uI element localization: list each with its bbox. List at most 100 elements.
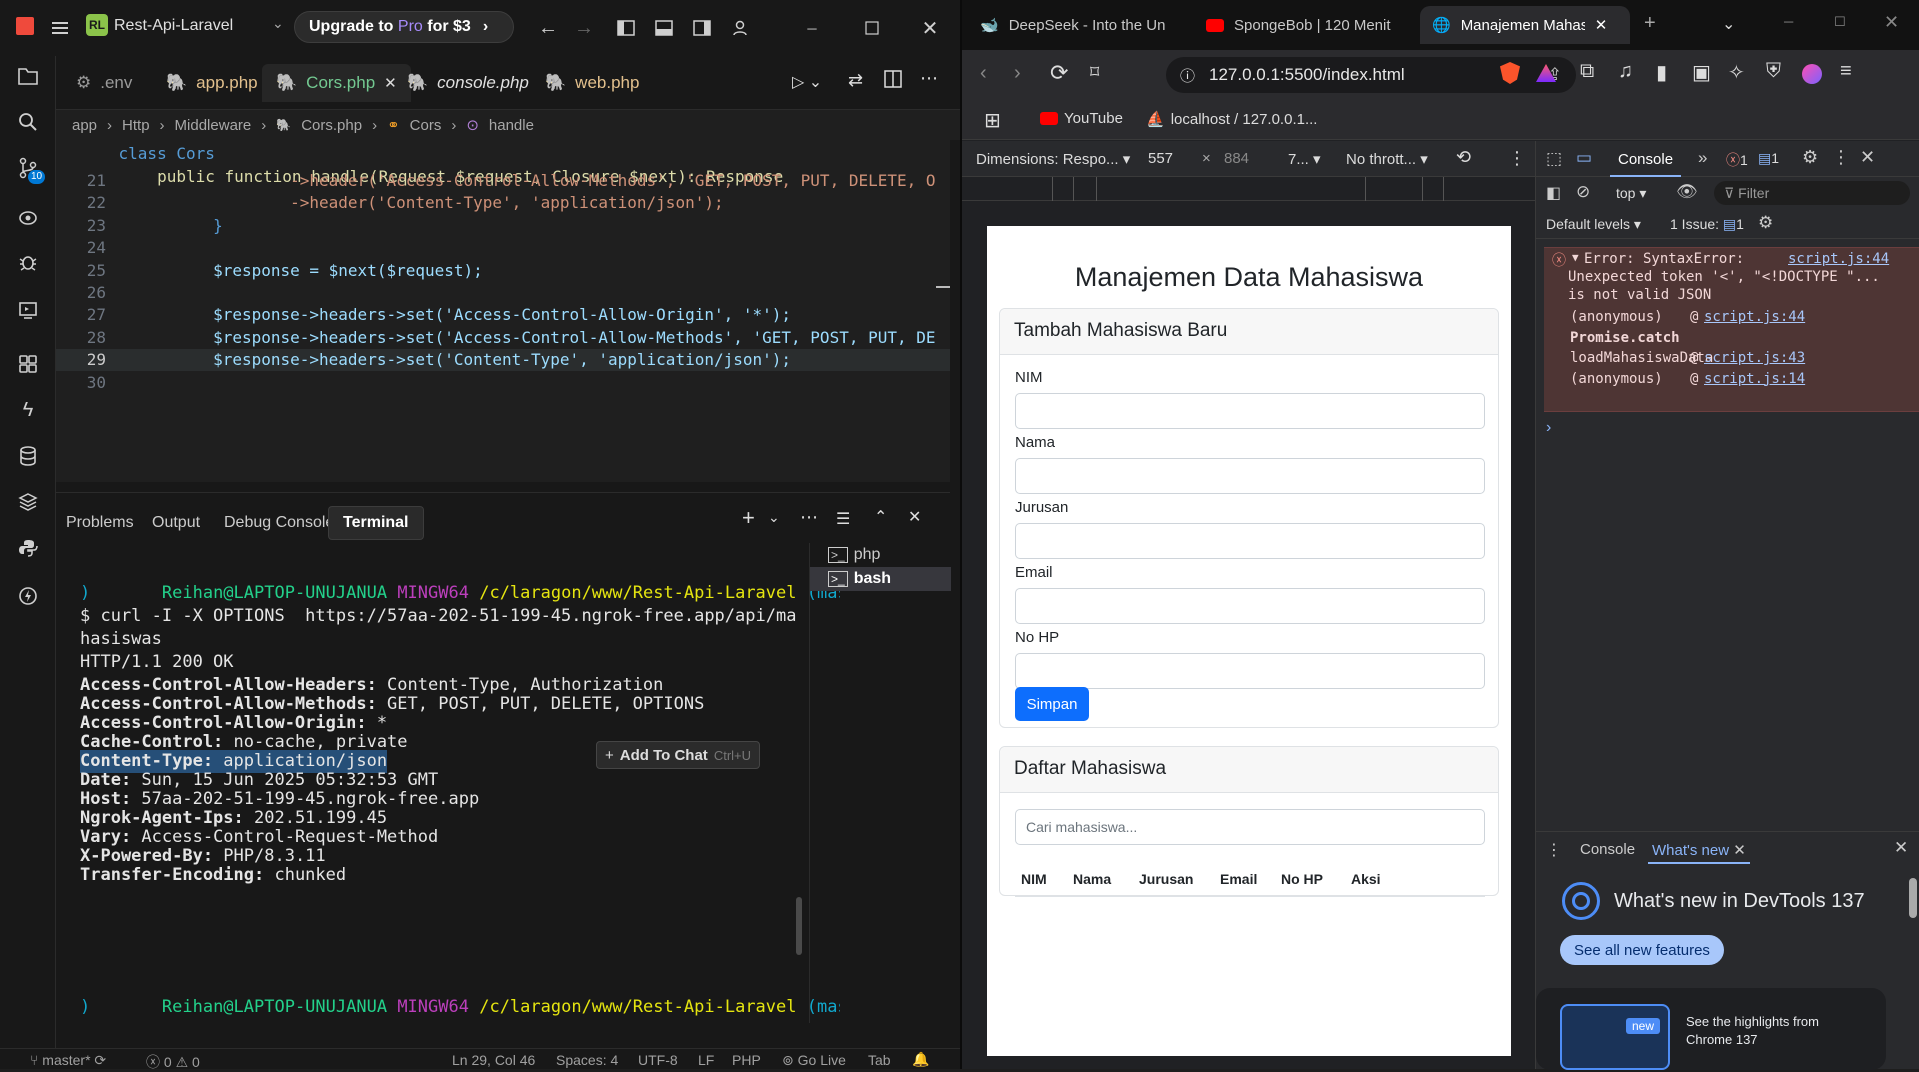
sidebar-icon[interactable]: ▮ xyxy=(1656,60,1667,85)
zoom-select[interactable]: 7... ▾ xyxy=(1288,150,1321,168)
branch-indicator[interactable]: ⑂ master* ⟳ xyxy=(30,1052,106,1069)
stack-source-link[interactable]: script.js:43 xyxy=(1704,349,1805,367)
code-line[interactable]: 24 xyxy=(56,237,950,259)
more-options-icon[interactable]: ⋮ xyxy=(1832,147,1850,168)
browser-tab-deepseek[interactable]: 🐋 DeepSeek - Into the Un xyxy=(968,6,1190,44)
debug-icon[interactable] xyxy=(14,248,42,276)
split-editor-icon[interactable] xyxy=(884,70,902,91)
browser-tab-active[interactable]: 🌐 Manajemen Mahas ✕ xyxy=(1420,6,1630,44)
terminal-list-item[interactable]: >_ bash xyxy=(810,567,951,591)
run-icon[interactable]: ▷ ⌄ xyxy=(792,72,822,92)
field-input[interactable] xyxy=(1015,588,1485,624)
minimize-icon[interactable]: ─ xyxy=(1784,14,1793,29)
tab-problems[interactable]: Problems xyxy=(52,506,148,540)
settings-icon[interactable]: ⚙ xyxy=(1802,147,1818,168)
code-line[interactable]: 25 $response = $next($request); xyxy=(56,260,950,282)
compare-icon[interactable]: ⇄ xyxy=(848,70,863,91)
breadcrumb-item[interactable]: app xyxy=(72,117,97,134)
console-prompt-icon[interactable]: › xyxy=(1546,419,1551,437)
error-source-link[interactable]: script.js:44 xyxy=(1788,250,1889,268)
terminal-list-item[interactable]: >_ php xyxy=(810,543,951,567)
tab-web-php[interactable]: 🐘 web.php xyxy=(531,64,653,102)
tab-terminal[interactable]: Terminal xyxy=(328,506,424,540)
code-line[interactable]: 27 $response->headers->set('Access-Contr… xyxy=(56,304,950,326)
forward-icon[interactable]: › xyxy=(1014,62,1021,85)
apps-icon[interactable]: ⊞ xyxy=(984,108,1001,133)
code-line[interactable]: 21 ->header('Access-Control-Allow-Method… xyxy=(56,170,950,192)
search-icon[interactable] xyxy=(14,108,42,136)
language-mode[interactable]: PHP xyxy=(732,1052,761,1068)
breadcrumb-item[interactable]: Middleware xyxy=(175,117,252,134)
cursor-position[interactable]: Ln 29, Col 46 xyxy=(452,1052,535,1068)
expand-triangle-icon[interactable]: ▼ xyxy=(1572,251,1579,264)
field-input[interactable] xyxy=(1015,458,1485,494)
source-control-icon[interactable]: 10 xyxy=(14,154,46,184)
tab-output[interactable]: Output xyxy=(138,506,214,540)
filter-input[interactable]: ⊽ Filter xyxy=(1714,181,1910,205)
layers-icon[interactable] xyxy=(14,488,42,516)
notifications-icon[interactable]: 🔔 xyxy=(912,1051,929,1068)
reload-icon[interactable]: ⟳ xyxy=(1050,60,1068,86)
console-settings-icon[interactable]: ⚙ xyxy=(1758,213,1773,233)
throttle-select[interactable]: No thrott... ▾ xyxy=(1346,150,1428,168)
more-actions-icon[interactable]: ⋯ xyxy=(920,68,938,89)
breadcrumb-item[interactable]: handle xyxy=(489,117,534,134)
device-toggle-icon[interactable]: ▭ xyxy=(1576,148,1592,168)
field-input[interactable] xyxy=(1015,653,1485,689)
leo-ai-icon[interactable]: ✧ xyxy=(1728,60,1745,85)
new-terminal-icon[interactable]: + xyxy=(742,505,755,531)
stack-source-link[interactable]: script.js:44 xyxy=(1704,308,1805,326)
lightning-icon[interactable]: ϟ xyxy=(14,396,42,424)
code-line[interactable]: 28 $response->headers->set('Access-Contr… xyxy=(56,327,950,349)
tab-env[interactable]: ⚙ .env xyxy=(62,64,146,102)
code-line[interactable]: 29 $response->headers->set('Content-Type… xyxy=(56,349,950,372)
breadcrumb-item[interactable]: Cors.php xyxy=(301,117,362,134)
see-all-features-button[interactable]: See all new features xyxy=(1560,935,1724,965)
tab-search-icon[interactable]: ⌄ xyxy=(1722,14,1735,34)
explorer-icon[interactable] xyxy=(14,62,42,90)
toggle-sidebar-icon[interactable] xyxy=(612,14,640,42)
extensions-icon[interactable] xyxy=(14,350,42,378)
code-line[interactable]: 22 ->header('Content-Type', 'application… xyxy=(56,192,950,214)
new-tab-icon[interactable]: + xyxy=(1644,12,1656,35)
close-devtools-icon[interactable]: ✕ xyxy=(1860,147,1875,168)
toggle-panel-icon[interactable] xyxy=(650,14,678,42)
maximize-icon[interactable] xyxy=(858,14,886,42)
maximize-panel-icon[interactable]: ⌃ xyxy=(874,507,887,527)
tab-app-php[interactable]: 🐘 app.php xyxy=(152,64,272,102)
more-actions-icon[interactable]: ⋯ xyxy=(800,507,818,528)
width-input[interactable]: 557 xyxy=(1148,150,1173,167)
minimize-icon[interactable]: ─ xyxy=(798,14,826,42)
code-area[interactable]: class Cors public function handle(Reques… xyxy=(56,140,950,482)
back-arrow-icon[interactable]: ← xyxy=(534,14,562,42)
end-of-line[interactable]: LF xyxy=(698,1052,714,1068)
dimensions-select[interactable]: Dimensions: Respo... ▾ xyxy=(976,150,1130,168)
eye-icon[interactable]: 👁 xyxy=(1676,182,1698,202)
close-drawer-icon[interactable]: ✕ xyxy=(1894,838,1908,858)
message-counter[interactable]: ▤1 xyxy=(1758,150,1779,167)
field-input[interactable] xyxy=(1015,523,1485,559)
toggle-secondary-sidebar-icon[interactable] xyxy=(688,14,716,42)
stack-source-link[interactable]: script.js:14 xyxy=(1704,370,1805,388)
breadcrumb-item[interactable]: Cors xyxy=(410,117,442,134)
height-input[interactable]: 884 xyxy=(1224,150,1249,167)
python-icon[interactable] xyxy=(14,534,42,562)
terminal-settings-icon[interactable]: ☰ xyxy=(836,509,850,529)
terminal-output[interactable]: Reihan@LAPTOP-UNUJANUA MINGW64 /c/larago… xyxy=(80,559,840,1039)
close-tab-icon[interactable]: ✕ xyxy=(1595,16,1608,34)
profile-avatar[interactable] xyxy=(1802,64,1822,84)
inspect-element-icon[interactable]: ⬚ xyxy=(1546,149,1562,169)
tab-console-php[interactable]: 🐘 console.php xyxy=(393,64,543,102)
terminal-scrollbar[interactable] xyxy=(796,897,802,955)
bookmark-youtube[interactable]: YouTube xyxy=(1040,110,1123,127)
vpn-icon[interactable]: ⛨ xyxy=(1766,60,1781,83)
drawer-tab-whats-new[interactable]: What's new ✕ xyxy=(1648,832,1750,864)
tab-mode[interactable]: Tab xyxy=(868,1052,891,1068)
more-options-icon[interactable]: ⋮ xyxy=(1508,148,1526,169)
bookmark-localhost[interactable]: ⛵ localhost / 127.0.0.1... xyxy=(1146,110,1317,129)
close-tab-icon[interactable]: ✕ xyxy=(1733,842,1746,859)
sidebar-toggle-icon[interactable]: ◧ xyxy=(1546,183,1561,203)
context-select[interactable]: top ▾ xyxy=(1616,185,1646,202)
more-tabs-icon[interactable]: » xyxy=(1698,148,1707,168)
run-and-debug-icon[interactable] xyxy=(14,296,42,324)
